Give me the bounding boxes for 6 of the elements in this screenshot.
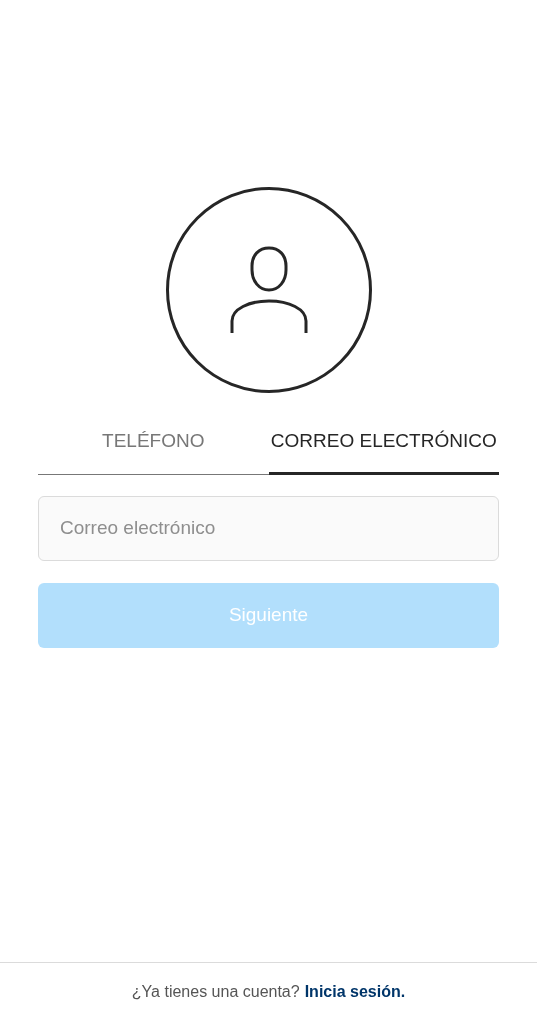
tab[interactable]: CORREO ELECTRÓNICO (268, 417, 499, 475)
email-field[interactable]: Correo electrónico (38, 495, 499, 561)
login-link[interactable]: Inicia sesión. (304, 979, 406, 1004)
tab[interactable]: TELÉFONO (38, 417, 269, 475)
footer-text: ¿Ya tienes una cuenta? (131, 981, 300, 1002)
person-icon (228, 245, 309, 335)
